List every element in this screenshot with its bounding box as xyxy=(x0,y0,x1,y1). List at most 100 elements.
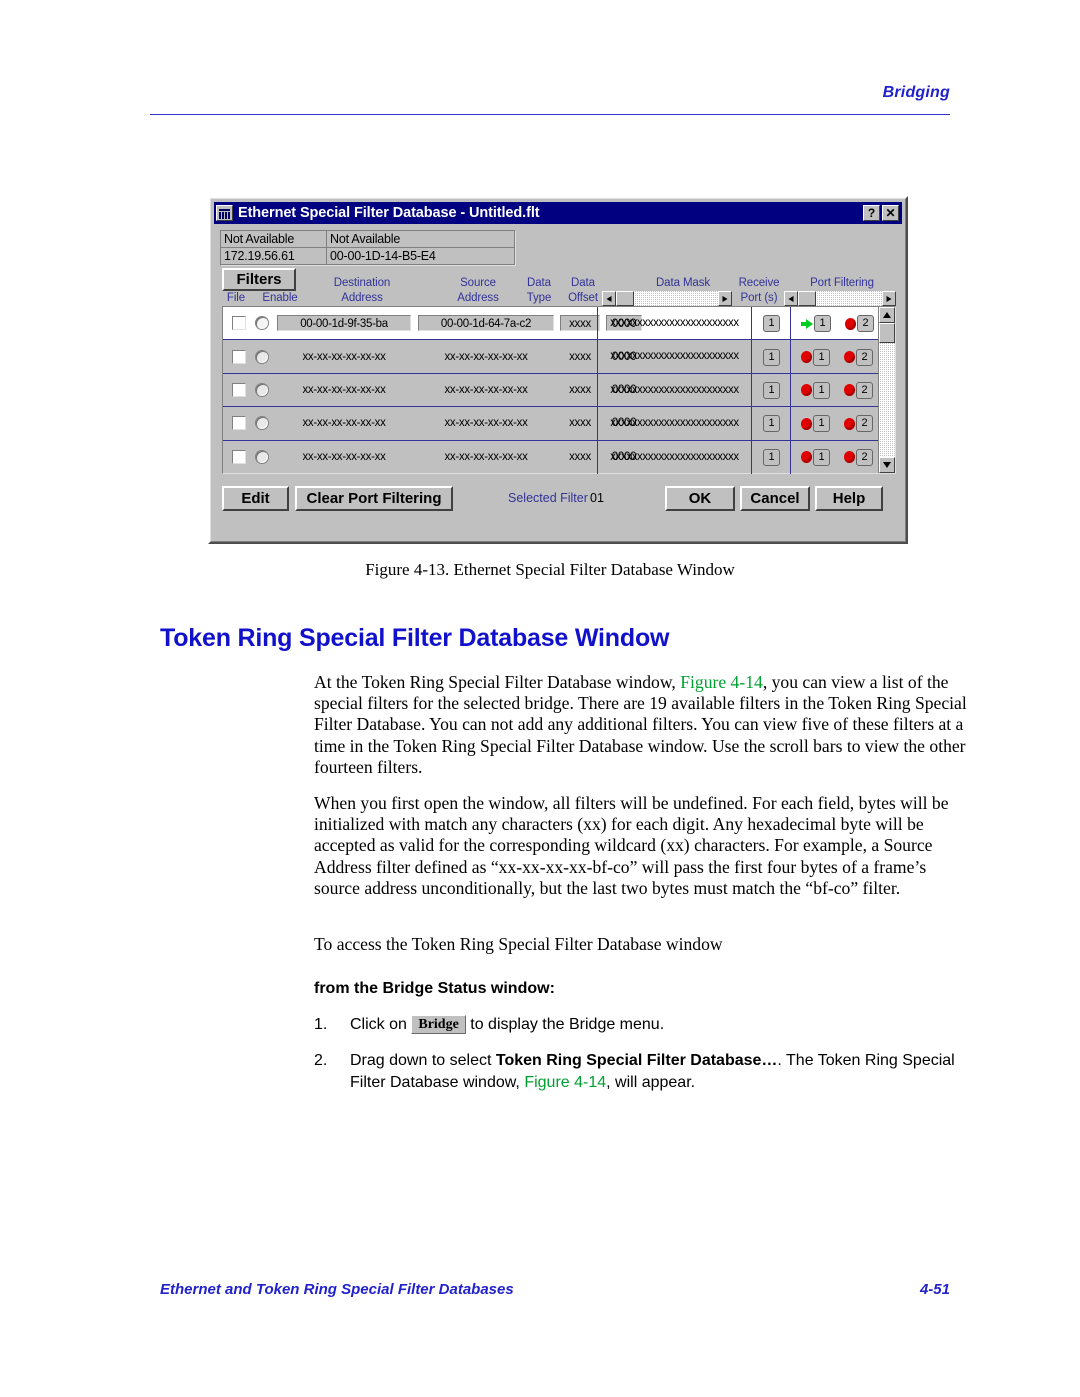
destination-address-value: xx-xx-xx-xx-xx-xx xyxy=(302,417,386,430)
source-address-value: xx-xx-xx-xx-xx-xx xyxy=(444,417,528,430)
receive-port-cell: 1 xyxy=(753,440,791,474)
list-item: 1. Click on Bridge to display the Bridge… xyxy=(314,1014,972,1036)
help-button[interactable]: Help xyxy=(815,486,883,511)
dialog-titlebar[interactable]: Ethernet Special Filter Database - Untit… xyxy=(214,202,902,224)
file-checkbox[interactable] xyxy=(232,416,246,431)
port-filtering-item[interactable]: 1 xyxy=(801,415,830,433)
scrollbar-track[interactable] xyxy=(816,291,882,306)
enable-radio[interactable] xyxy=(255,416,269,431)
filter-table-body: 00-00-1d-9f-35-ba 00-00-1d-64-7a-c2 xxxx 00… xyxy=(223,307,878,474)
source-address-value: xx-xx-xx-xx-xx-xx xyxy=(444,350,528,363)
scrollbar-track[interactable] xyxy=(634,291,718,306)
device-name-value: Not Available xyxy=(221,231,327,248)
scroll-left-icon[interactable] xyxy=(784,291,798,306)
data-mask-horizontal-scrollbar[interactable] xyxy=(602,291,732,306)
port-number: 1 xyxy=(813,415,830,433)
port-filtering-item[interactable]: 2 xyxy=(844,348,873,366)
enable-radio[interactable] xyxy=(255,382,269,397)
receive-port-value: 1 xyxy=(763,381,780,399)
green-arrow-icon xyxy=(801,318,813,330)
file-checkbox[interactable] xyxy=(232,316,246,331)
scrollbar-thumb[interactable] xyxy=(798,291,816,306)
figure-caption: Figure 4-13. Ethernet Special Filter Dat… xyxy=(365,560,735,579)
receive-port-cell: 1 xyxy=(753,373,791,408)
scrollbar-thumb[interactable] xyxy=(616,291,634,306)
scroll-left-icon[interactable] xyxy=(602,291,616,306)
column-header-data-offset-line1: Data xyxy=(571,277,595,289)
window-columns-icon xyxy=(216,205,233,221)
column-header-destination-line2: Address xyxy=(341,292,383,304)
port-filtering-item[interactable]: 2 xyxy=(844,381,873,399)
filters-menu-button[interactable]: Filters xyxy=(222,268,296,291)
red-dot-icon xyxy=(844,417,855,430)
substep-heading: from the Bridge Status window: xyxy=(314,980,555,997)
device-info-grid: Not Available 172.19.56.61 Not Available… xyxy=(220,230,516,266)
paragraph-access-intro: To access the Token Ring Special Filter … xyxy=(314,934,723,954)
source-address-value: 00-00-1d-64-7a-c2 xyxy=(418,315,554,332)
port-filtering-item[interactable]: 2 xyxy=(844,415,873,433)
table-row[interactable]: 00-00-1d-9f-35-ba 00-00-1d-64-7a-c2 xxxx 00… xyxy=(223,307,878,341)
file-checkbox[interactable] xyxy=(232,450,246,465)
device-ip-value: 172.19.56.61 xyxy=(221,248,327,265)
filter-table[interactable]: 00-00-1d-9f-35-ba 00-00-1d-64-7a-c2 xxxx 00… xyxy=(222,306,896,474)
figure-reference-link[interactable]: Figure 4-14 xyxy=(524,1074,606,1091)
data-type-value: xxxx xyxy=(569,383,591,396)
data-mask-value: xxxxxxxxxxxxxxxxxxxxxxxx xyxy=(597,373,752,408)
port-filtering-item[interactable]: 2 xyxy=(844,448,873,466)
table-row[interactable]: xx-xx-xx-xx-xx-xx xx-xx-xx-xx-xx-xx xxxx 00… xyxy=(223,407,878,441)
device-location-value: Not Available xyxy=(327,231,515,248)
close-icon[interactable]: ✕ xyxy=(882,205,899,221)
scroll-right-icon[interactable] xyxy=(882,291,896,306)
scroll-down-icon[interactable] xyxy=(879,457,895,473)
destination-address-value: xx-xx-xx-xx-xx-xx xyxy=(302,383,386,396)
enable-radio[interactable] xyxy=(255,349,269,364)
page-header: Bridging xyxy=(150,84,950,120)
port-filtering-item[interactable]: 1 xyxy=(801,348,830,366)
port-filtering-item[interactable]: 1 xyxy=(801,448,830,466)
scroll-right-icon[interactable] xyxy=(718,291,732,306)
port-filtering-item[interactable]: 1 xyxy=(801,315,831,333)
data-mask-value: xxxxxxxxxxxxxxxxxxxxxxxx xyxy=(597,440,752,474)
enable-radio[interactable] xyxy=(255,316,269,331)
help-icon[interactable]: ? xyxy=(863,205,880,221)
port-filtering-horizontal-scrollbar[interactable] xyxy=(784,291,896,306)
file-checkbox[interactable] xyxy=(232,349,246,364)
column-header-destination-line1: Destination xyxy=(333,277,391,289)
table-row[interactable]: xx-xx-xx-xx-xx-xx xx-xx-xx-xx-xx-xx xxxx 00… xyxy=(223,373,878,408)
receive-port-value: 1 xyxy=(763,315,780,333)
edit-button[interactable]: Edit xyxy=(222,486,289,511)
step-text: Drag down to select Token Ring Special F… xyxy=(350,1050,972,1094)
port-filtering-item[interactable]: 1 xyxy=(801,381,830,399)
step-number: 2. xyxy=(314,1052,328,1069)
bridge-menu-button[interactable]: Bridge xyxy=(411,1015,466,1034)
port-filtering-cell: 12 xyxy=(792,407,897,440)
data-type-value: xxxx xyxy=(569,451,591,464)
file-checkbox[interactable] xyxy=(232,382,246,397)
enable-radio[interactable] xyxy=(255,450,269,465)
data-type-value: xxxx xyxy=(569,417,591,430)
device-info-column-address: Not Available 00-00-1D-14-B5-E4 xyxy=(327,231,515,265)
page-header-divider xyxy=(150,114,950,115)
data-type-value: xxxx xyxy=(560,315,600,332)
step2-text-a: Drag down to select xyxy=(350,1052,496,1069)
receive-port-value: 1 xyxy=(763,348,780,366)
column-header-data-mask: Data Mask xyxy=(655,277,711,289)
clear-port-filtering-button[interactable]: Clear Port Filtering xyxy=(295,486,453,511)
red-dot-icon xyxy=(801,351,812,364)
red-dot-icon xyxy=(801,451,812,464)
cancel-button[interactable]: Cancel xyxy=(740,486,810,511)
port-filtering-item[interactable]: 2 xyxy=(845,315,874,333)
ethernet-special-filter-database-dialog[interactable]: Ethernet Special Filter Database - Untit… xyxy=(208,196,908,544)
data-mask-value: xxxxxxxxxxxxxxxxxxxxxxxx xyxy=(597,307,752,341)
titlebar-button-group: ? ✕ xyxy=(863,205,899,221)
ok-button[interactable]: OK xyxy=(665,486,735,511)
figure-reference-link[interactable]: Figure 4-14 xyxy=(680,672,763,692)
red-dot-icon xyxy=(844,351,855,364)
scroll-up-icon[interactable] xyxy=(879,307,895,323)
table-row[interactable]: xx-xx-xx-xx-xx-xx xx-xx-xx-xx-xx-xx xxxx 00… xyxy=(223,440,878,474)
table-row[interactable]: xx-xx-xx-xx-xx-xx xx-xx-xx-xx-xx-xx xxxx 00… xyxy=(223,340,878,374)
port-number: 2 xyxy=(856,381,873,399)
column-header-port-filtering: Port Filtering xyxy=(810,277,874,289)
column-header-receive-port-line1: Receive xyxy=(738,277,780,289)
device-info-column-name: Not Available 172.19.56.61 xyxy=(221,231,327,265)
